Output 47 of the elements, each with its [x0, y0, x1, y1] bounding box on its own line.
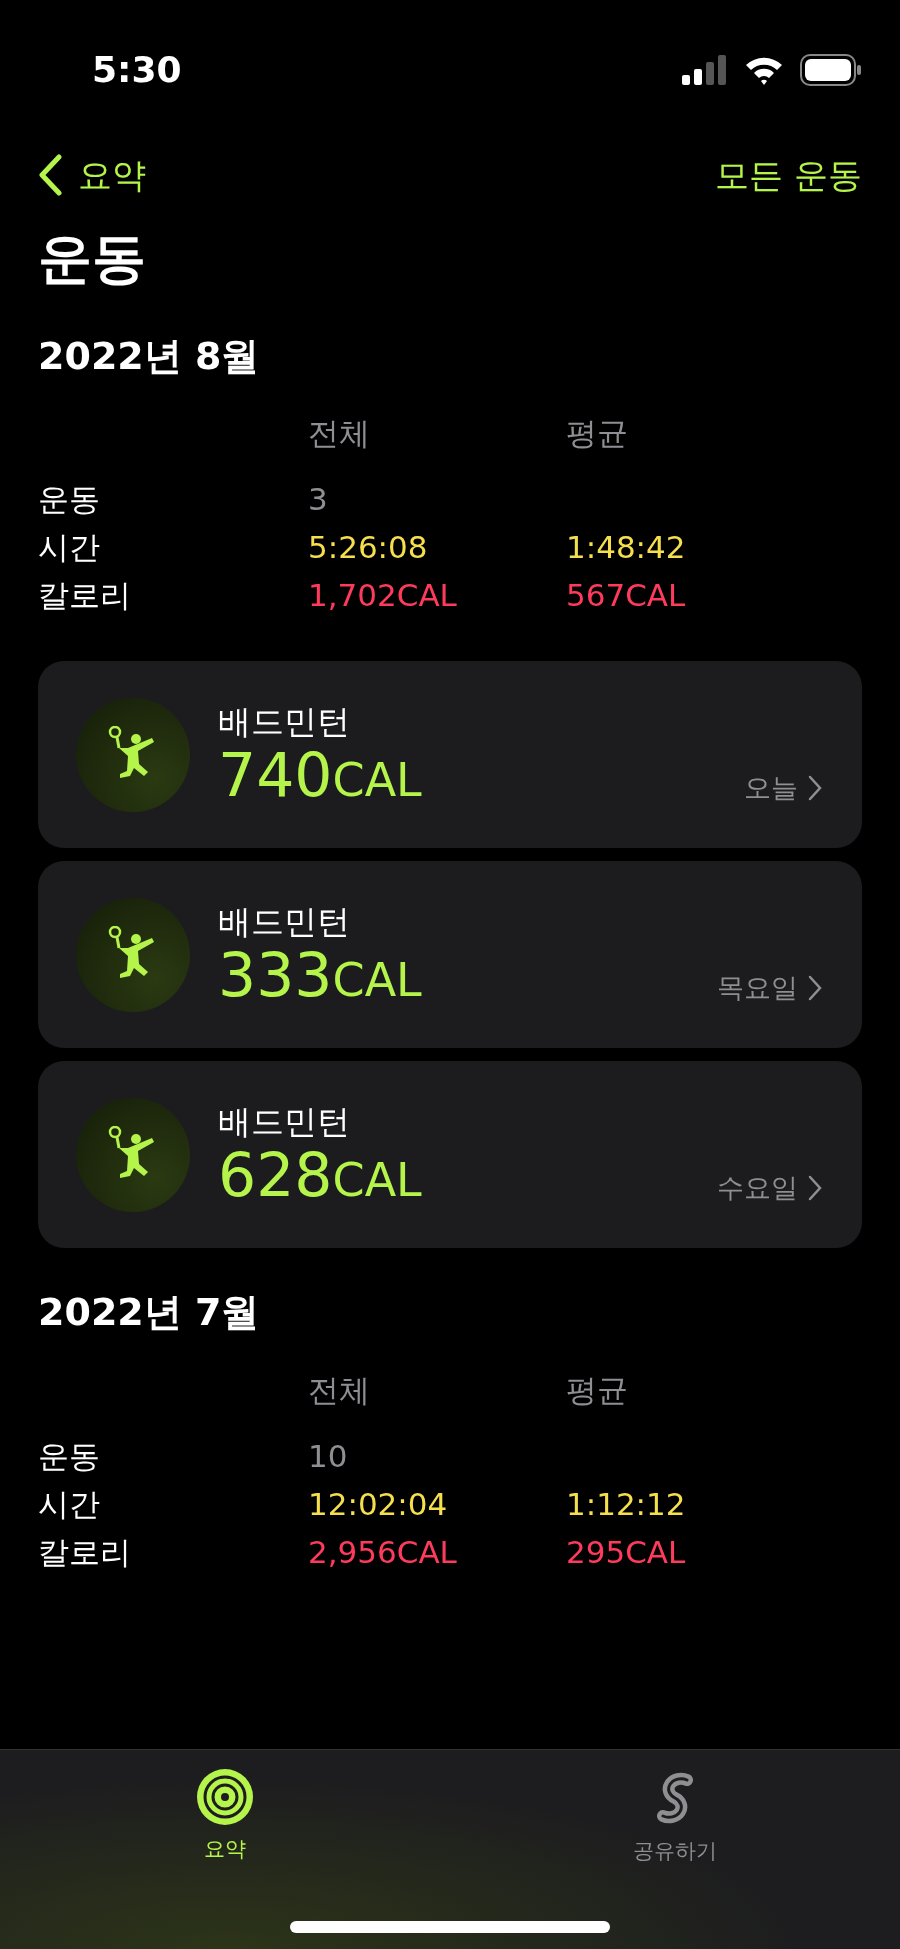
chevron-right-icon — [808, 975, 822, 1002]
row-label: 칼로리 — [38, 576, 132, 616]
activity-rings-icon — [196, 1768, 254, 1826]
workout-day: 오늘 — [744, 767, 798, 809]
row-label: 칼로리 — [38, 1533, 132, 1572]
month-heading: 2022년 7월 — [38, 1290, 261, 1336]
signal-icon — [682, 55, 728, 85]
row-label: 운동 — [38, 480, 101, 520]
back-button[interactable]: 요약 — [38, 149, 146, 201]
workout-card[interactable]: 배드민턴 628CAL 수요일 — [38, 1061, 862, 1249]
total-value: 2,956CAL — [308, 1533, 458, 1572]
average-value: 1:12:12 — [566, 1485, 687, 1524]
average-value: 567CAL — [566, 576, 687, 616]
average-value: 1:48:42 — [566, 528, 687, 568]
row-label: 시간 — [38, 1485, 101, 1524]
workout-calories: 333CAL — [218, 941, 423, 1008]
workout-name: 배드민턴 — [218, 1102, 351, 1142]
page-title: 운동 — [38, 227, 147, 292]
tab-button[interactable]: 공유하기 — [450, 1750, 900, 1949]
column-header: 전체 — [308, 414, 371, 454]
workout-card[interactable]: 배드민턴 740CAL 오늘 — [38, 661, 862, 849]
total-value: 10 — [308, 1437, 349, 1476]
workout-name: 배드민턴 — [218, 902, 351, 942]
total-value: 3 — [308, 480, 329, 520]
workout-name: 배드민턴 — [218, 702, 351, 742]
back-chevron-icon — [38, 154, 62, 196]
total-value: 1,702CAL — [308, 576, 458, 616]
wifi-icon — [744, 55, 784, 85]
month-heading: 2022년 8월 — [38, 333, 261, 380]
all-workouts-link[interactable]: 모든 운동 — [715, 149, 862, 201]
workout-calories: 740CAL — [218, 741, 423, 808]
average-value: 295CAL — [566, 1533, 687, 1572]
total-value: 12:02:04 — [308, 1485, 449, 1524]
workout-card[interactable]: 배드민턴 333CAL 목요일 — [38, 861, 862, 1049]
column-header: 전체 — [308, 1371, 371, 1410]
total-value: 5:26:08 — [308, 528, 429, 568]
workout-day: 수요일 — [717, 1167, 798, 1209]
battery-icon — [800, 54, 862, 86]
status-time: 5:30 — [92, 48, 182, 92]
column-header: 평균 — [566, 1371, 629, 1410]
chevron-right-icon — [808, 775, 822, 802]
column-header: 평균 — [566, 414, 629, 454]
row-label: 시간 — [38, 528, 101, 568]
workout-calories: 628CAL — [218, 1141, 423, 1208]
row-label: 운동 — [38, 1437, 101, 1476]
workout-day: 목요일 — [717, 967, 798, 1009]
chevron-right-icon — [808, 1175, 822, 1202]
